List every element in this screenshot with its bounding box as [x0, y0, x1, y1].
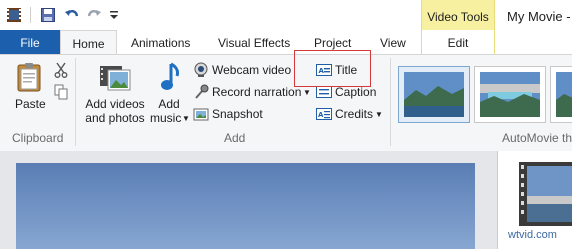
group-divider	[75, 58, 76, 146]
title-highlight-box	[294, 50, 371, 87]
copy-icon[interactable]	[54, 84, 68, 100]
add-music-label-line2: music	[150, 111, 182, 125]
add-videos-label-line1: Add videos	[85, 97, 145, 111]
add-videos-label-line2: and photos	[85, 111, 145, 125]
qat-divider	[30, 7, 31, 23]
add-group-label: Add	[224, 131, 246, 145]
theme-thumbnail	[404, 72, 464, 117]
tab-file[interactable]: File	[0, 30, 60, 54]
svg-text:A: A	[318, 111, 324, 119]
movie-maker-app-icon[interactable]	[6, 7, 22, 23]
snapshot-button[interactable]: Snapshot	[193, 104, 273, 124]
customize-qat-icon[interactable]	[108, 8, 120, 22]
microphone-icon	[195, 84, 209, 99]
tab-animations[interactable]: Animations	[131, 30, 190, 54]
window-title: My Movie -	[507, 9, 571, 24]
credits-label: Credits	[335, 107, 374, 121]
add-music-label-line1: Add	[158, 97, 180, 111]
pane-splitter[interactable]	[497, 151, 498, 249]
tab-view[interactable]: View	[380, 30, 406, 54]
save-icon[interactable]	[41, 8, 55, 22]
snapshot-label: Snapshot	[212, 107, 263, 121]
paste-icon	[17, 63, 41, 92]
group-divider	[390, 58, 391, 146]
snapshot-icon	[193, 108, 209, 121]
webcam-video-label: Webcam video	[212, 63, 292, 77]
automovie-theme-default[interactable]	[398, 66, 470, 123]
paste-button[interactable]: Paste	[10, 60, 48, 114]
add-music-dropdown-icon: ▼	[182, 114, 190, 123]
video-tools-contextual-header: Video Tools	[421, 0, 495, 31]
tab-visual-effects[interactable]: Visual Effects	[218, 30, 290, 54]
credits-dropdown-icon: ▼	[375, 110, 383, 119]
storyboard-video-clip[interactable]	[519, 162, 572, 226]
undo-icon[interactable]	[64, 7, 80, 23]
cut-icon[interactable]	[54, 62, 68, 78]
webcam-video-button[interactable]: Webcam video	[193, 60, 293, 80]
paste-label: Paste	[15, 97, 46, 111]
theme-thumbnail	[480, 72, 540, 117]
record-narration-label: Record narration	[212, 85, 302, 99]
clipboard-group-label: Clipboard	[12, 131, 64, 145]
music-note-icon	[161, 62, 179, 90]
tab-edit[interactable]: Edit	[421, 30, 495, 54]
video-tools-label: Video Tools	[427, 10, 489, 24]
add-videos-and-photos-button[interactable]: Add videos and photos	[82, 60, 148, 126]
automovie-theme-partial[interactable]	[550, 66, 572, 123]
add-music-button[interactable]: Add music ▼	[150, 60, 190, 126]
add-videos-photos-icon	[100, 66, 131, 91]
credits-icon: A	[316, 108, 332, 120]
watermark-text: wtvid.com	[508, 229, 557, 241]
redo-icon[interactable]	[86, 7, 102, 23]
credits-button[interactable]: A Credits ▼	[316, 104, 386, 124]
tab-home[interactable]: Home	[60, 30, 117, 56]
automovie-theme-contemporary[interactable]	[474, 66, 546, 123]
automovie-themes-group-label: AutoMovie th	[502, 131, 572, 145]
video-preview-monitor[interactable]	[16, 163, 475, 249]
theme-thumbnail	[556, 72, 572, 117]
webcam-icon	[194, 62, 208, 77]
